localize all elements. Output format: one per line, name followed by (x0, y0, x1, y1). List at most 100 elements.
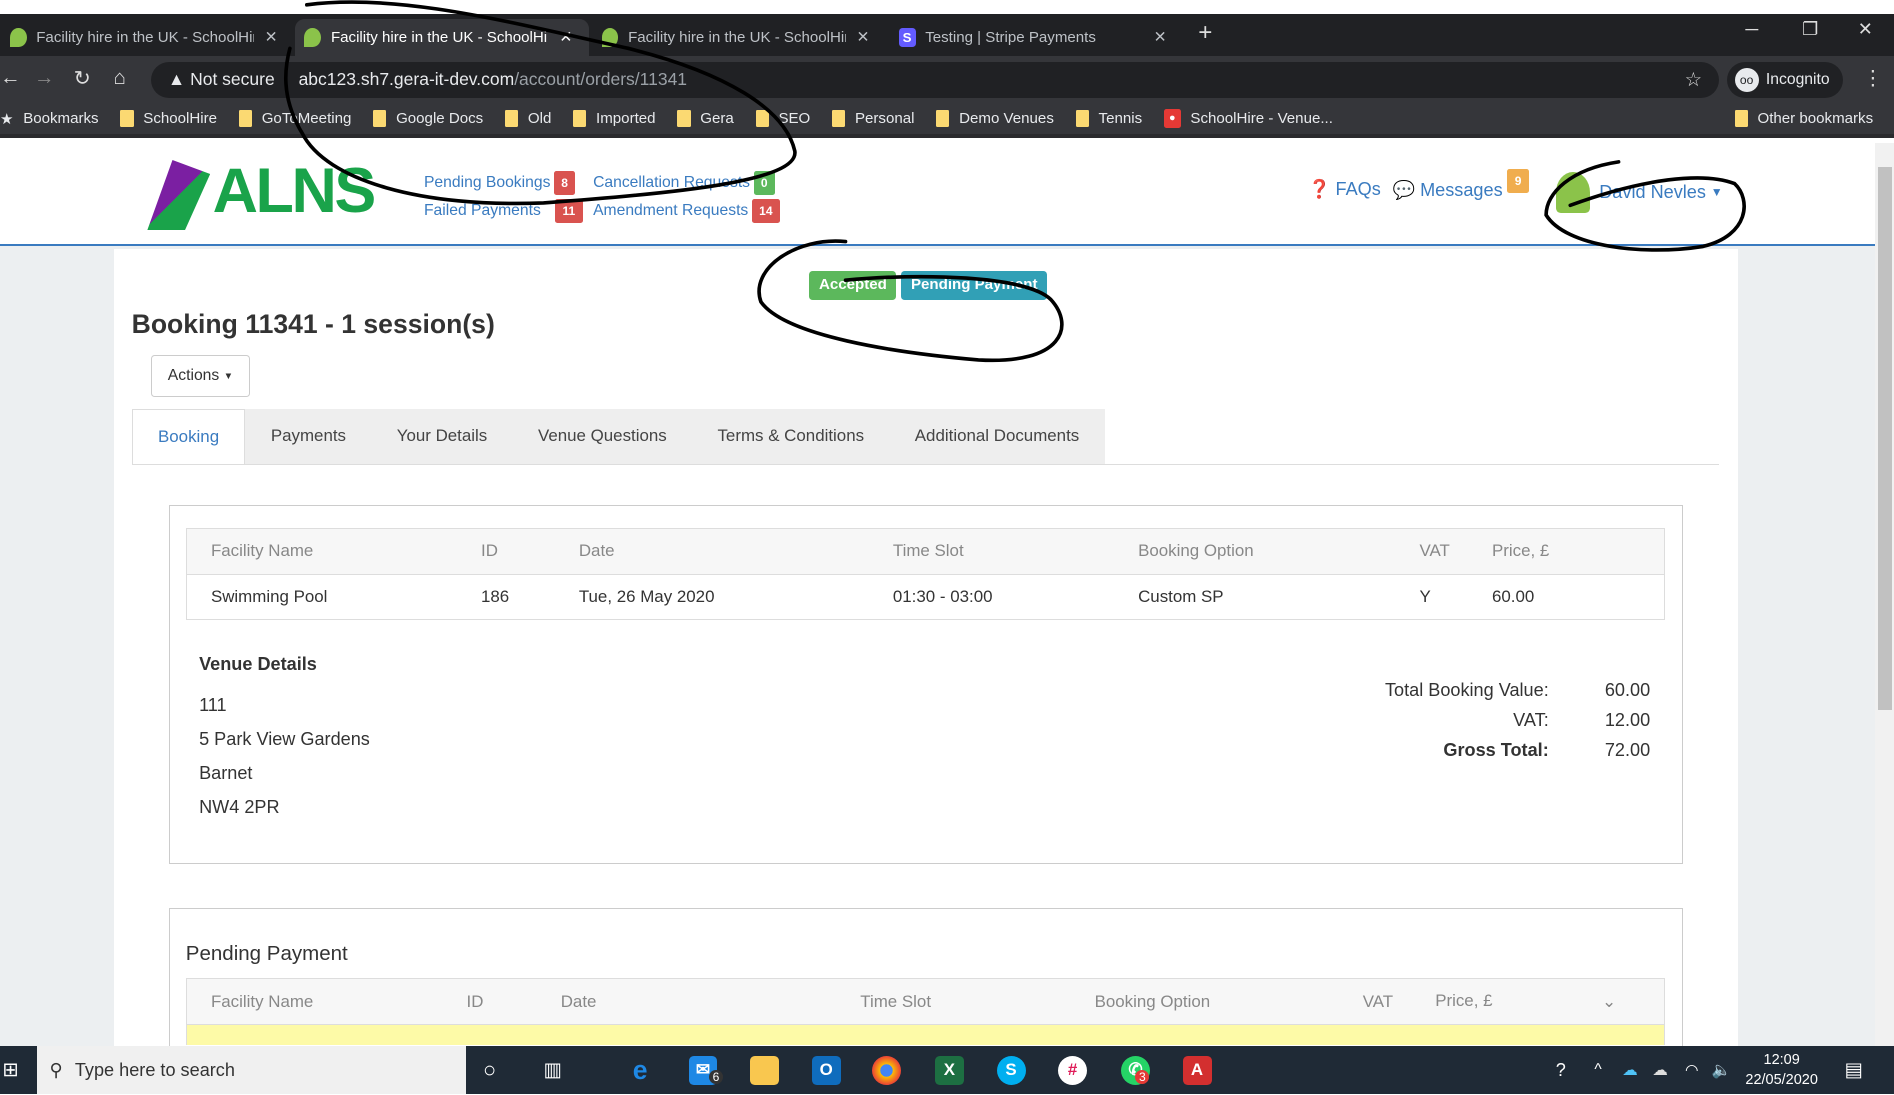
amendment-requests-link[interactable]: Amendment Requests 14 (593, 197, 780, 225)
bookmark-folder[interactable]: Imported (573, 110, 656, 128)
bookmark-folder[interactable]: SchoolHire (120, 110, 217, 127)
cloud-icon[interactable]: ☁ (1652, 1060, 1668, 1080)
vat-label: VAT: (1513, 710, 1549, 731)
bookmark-folder[interactable]: GoToMeeting (238, 110, 351, 128)
cortana-icon[interactable]: ○ (483, 1057, 496, 1083)
notifications-icon[interactable]: ▤ (1844, 1058, 1862, 1082)
volume-icon[interactable]: 🔈 (1712, 1060, 1732, 1080)
page-scrollbar[interactable] (1874, 142, 1894, 1047)
bookmark-label: Imported (596, 110, 656, 128)
table-row: Swimming Pool 186 Tue, 26 May 2020 01:30… (185, 574, 1666, 621)
not-secure-label[interactable]: Not secure (190, 69, 275, 90)
table-row[interactable] (185, 1024, 1666, 1046)
folder-icon (238, 110, 253, 128)
taskbar-search[interactable]: ⚲ Type here to search (37, 1046, 467, 1095)
bookmark-folder[interactable]: Gera (677, 110, 734, 128)
faqs-link[interactable]: ❓ FAQs (1308, 179, 1381, 200)
link-label: Failed Payments (423, 201, 541, 219)
bookmark-label: Gera (700, 110, 734, 128)
chevron-down-icon[interactable]: ⌄ (1602, 991, 1616, 1012)
cancellation-requests-link[interactable]: Cancellation Requests 0 (593, 169, 775, 197)
scrollbar-thumb[interactable] (1878, 166, 1892, 711)
table-header: Facility Name ID Date Time Slot Booking … (185, 978, 1666, 1026)
tab-terms-conditions[interactable]: Terms & Conditions (692, 409, 890, 465)
bookmark-label: Bookmarks (23, 110, 99, 128)
messages-link[interactable]: 💬 Messages 9 (1393, 169, 1529, 203)
bookmark-folder[interactable]: Google Docs (373, 110, 483, 127)
messages-label: Messages (1420, 180, 1503, 201)
link-label: Cancellation Requests (593, 174, 751, 192)
col-facility-name: Facility Name (185, 527, 481, 575)
bookmark-star-icon[interactable]: ☆ (1685, 68, 1702, 92)
edge-icon[interactable]: e (626, 1055, 655, 1085)
user-menu[interactable]: David Nevles ▼ (1555, 171, 1723, 213)
slack-icon[interactable]: # (1058, 1055, 1088, 1085)
acrobat-icon[interactable]: A (1182, 1055, 1212, 1085)
bookmark-folder[interactable]: SEO (755, 110, 810, 127)
close-tab-icon[interactable]: ✕ (1154, 27, 1167, 47)
close-tab-icon[interactable]: ✕ (857, 27, 870, 47)
bookmark-link[interactable]: ● SchoolHire - Venue... (1163, 109, 1333, 129)
browser-tab[interactable]: S Testing | Stripe Payments ✕ (889, 19, 1184, 55)
bookmark-label: SchoolHire - Venue... (1190, 110, 1333, 128)
bookmark-label: SchoolHire (143, 110, 218, 128)
restore-button[interactable]: ❐ (1802, 19, 1818, 40)
help-icon[interactable]: ? (1556, 1060, 1566, 1081)
col-time-slot: Time Slot (860, 978, 1095, 1026)
close-tab-icon[interactable]: ✕ (265, 27, 278, 47)
windows-start-icon[interactable]: ⊞ (2, 1058, 18, 1082)
bookmark-folder[interactable]: Personal (832, 110, 914, 127)
task-view-icon[interactable]: ▥ (544, 1058, 562, 1082)
tab-venue-questions[interactable]: Venue Questions (512, 409, 693, 465)
pending-payment-table: Facility Name ID Date Time Slot Booking … (185, 978, 1666, 1046)
tab-booking[interactable]: Booking (131, 409, 246, 465)
back-button[interactable]: ← (0, 66, 21, 90)
windows-taskbar: ⊞ ⚲ Type here to search ○ ▥ e ✉ 6 O X S #… (0, 1046, 1894, 1095)
mail-badge: 6 (709, 1070, 723, 1085)
incognito-profile[interactable]: oo Incognito (1727, 61, 1844, 98)
bookmark-folder[interactable]: Demo Venues (936, 110, 1054, 127)
browser-tab[interactable]: Facility hire in the UK - SchoolHire ✕ (592, 19, 887, 55)
browser-tab-active[interactable]: Facility hire in the UK - SchoolHire ✕ (294, 19, 590, 56)
onedrive-icon[interactable]: ☁ (1622, 1060, 1638, 1080)
show-hidden-icons-icon[interactable]: ^ (1594, 1061, 1601, 1079)
count-badge: 11 (555, 198, 583, 223)
alns-logo[interactable]: ALNS (147, 155, 376, 231)
actions-dropdown[interactable]: Actions ▼ (150, 355, 251, 398)
sessions-table: Facility Name ID Date Time Slot Booking … (185, 527, 1666, 621)
tab-your-details[interactable]: Your Details (371, 409, 513, 465)
file-explorer-icon[interactable] (750, 1055, 780, 1085)
outlook-icon[interactable]: O (811, 1055, 841, 1085)
bookmark-folder[interactable]: Tennis (1075, 110, 1142, 127)
bookmark-folder[interactable]: Old (504, 110, 551, 127)
forward-button[interactable]: → (34, 66, 55, 90)
schoolhire-favicon-icon (9, 27, 27, 48)
chrome-icon[interactable] (872, 1055, 902, 1085)
other-bookmarks[interactable]: Other bookmarks (1734, 110, 1873, 127)
address-bar[interactable]: ▲ Not secure | abc123.sh7.gera-it-dev.com… (150, 61, 1719, 98)
close-tab-icon[interactable]: ✕ (559, 27, 572, 47)
new-tab-button[interactable]: + (1198, 19, 1212, 47)
browser-tab[interactable]: Facility hire in the UK - SchoolHire ✕ (0, 19, 295, 55)
home-button[interactable]: ⌂ (114, 66, 126, 90)
system-clock[interactable]: 12:09 22/05/2020 (1745, 1050, 1818, 1091)
col-vat: VAT (1419, 527, 1492, 575)
menu-kebab-icon[interactable]: ⋮ (1863, 66, 1884, 91)
tab-payments[interactable]: Payments (245, 409, 372, 465)
failed-payments-link[interactable]: Failed Payments 11 (424, 197, 583, 225)
cell-vat: Y (1419, 574, 1492, 621)
tab-additional-documents[interactable]: Additional Documents (889, 409, 1105, 465)
pending-bookings-link[interactable]: Pending Bookings 8 (424, 169, 576, 197)
reload-button[interactable]: ↻ (74, 66, 91, 91)
bookmark-label: Demo Venues (959, 110, 1054, 128)
minimize-button[interactable]: ─ (1745, 19, 1758, 40)
caret-down-icon: ▼ (1710, 185, 1723, 200)
question-circle-icon: ❓ (1308, 178, 1331, 199)
skype-icon[interactable]: S (996, 1055, 1026, 1085)
clock-time: 12:09 (1763, 1051, 1800, 1068)
excel-icon[interactable]: X (934, 1055, 964, 1085)
close-window-button[interactable]: ✕ (1858, 19, 1873, 40)
wifi-icon[interactable]: ◠ (1685, 1060, 1699, 1080)
folder-icon (373, 110, 387, 128)
bookmarks-apps[interactable]: ★ Bookmarks (0, 110, 99, 128)
